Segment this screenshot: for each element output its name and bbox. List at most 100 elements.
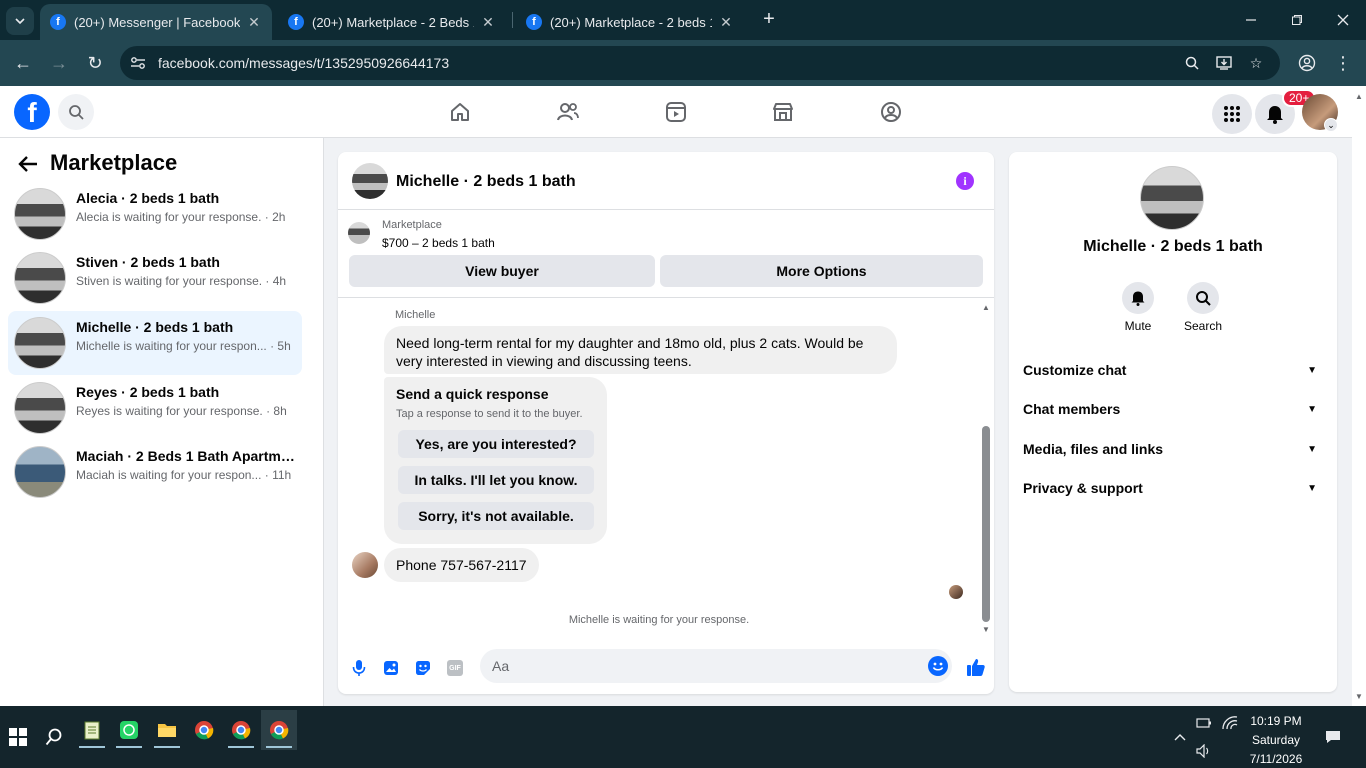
file-explorer-app-icon[interactable] — [155, 718, 179, 742]
facebook-search-button[interactable] — [58, 94, 94, 130]
restore-icon — [1292, 15, 1302, 25]
chat-info-avatar[interactable] — [1140, 166, 1204, 230]
scroll-up-icon[interactable]: ▲ — [980, 302, 992, 312]
chat-scrollbar[interactable] — [982, 426, 990, 622]
friends-icon[interactable] — [554, 98, 582, 126]
bookmark-star-icon[interactable]: ☆ — [1246, 53, 1266, 73]
gaming-icon[interactable] — [877, 98, 905, 126]
chat-panel: Michelle · 2 beds 1 bath i Marketplace $… — [338, 152, 994, 694]
address-bar[interactable]: facebook.com/messages/t/1352950926644173… — [120, 46, 1280, 80]
facebook-favicon-icon: f — [50, 14, 66, 30]
notification-center-icon[interactable] — [1324, 728, 1342, 746]
conversation-item[interactable]: Maciah · 2 Beds 1 Bath Apartme... Maciah… — [8, 440, 302, 504]
search-icon[interactable] — [42, 725, 66, 749]
install-app-icon[interactable] — [1214, 53, 1234, 73]
minimize-button[interactable] — [1234, 6, 1268, 34]
info-icon[interactable]: i — [956, 172, 974, 190]
reload-button[interactable]: ↻ — [83, 51, 107, 75]
page-scrollbar[interactable]: ▲ ▼ — [1352, 86, 1366, 706]
sender-name: Michelle — [395, 309, 436, 321]
quick-response-not-available[interactable]: Sorry, it's not available. — [398, 502, 594, 530]
scroll-down-icon[interactable]: ▼ — [1355, 692, 1363, 701]
mute-label: Mute — [1124, 319, 1152, 333]
chat-info-name: Michelle · 2 beds 1 bath — [1083, 238, 1263, 255]
seen-indicator-avatar — [949, 585, 963, 599]
home-icon[interactable] — [446, 98, 474, 126]
message-input[interactable] — [480, 649, 952, 683]
photo-icon[interactable] — [380, 657, 402, 679]
chevron-down-icon — [15, 18, 25, 25]
emoji-icon[interactable] — [928, 656, 948, 676]
windows-taskbar: 10:19 PM Saturday 7/11/2026 — [0, 706, 1366, 768]
tab-separator — [512, 12, 513, 28]
chevron-down-icon[interactable]: ⌄ — [1324, 118, 1338, 132]
video-icon[interactable] — [662, 98, 690, 126]
tab-marketplace-1[interactable]: f (20+) Marketplace - 2 Beds 1 Ba ✕ — [278, 4, 506, 40]
more-options-button[interactable]: More Options — [660, 255, 983, 287]
restore-button[interactable] — [1280, 6, 1314, 34]
conversation-item[interactable]: Alecia · 2 beds 1 bath Alecia is waiting… — [8, 182, 302, 246]
chat-avatar[interactable] — [352, 163, 388, 199]
divider — [338, 297, 994, 298]
chevron-up-icon[interactable] — [1171, 728, 1189, 746]
listing-avatar — [14, 446, 66, 498]
chrome-app-icon[interactable] — [192, 718, 216, 742]
taskbar-clock[interactable]: 10:19 PM Saturday 7/11/2026 — [1236, 712, 1316, 768]
taskbar-running-indicator — [154, 746, 180, 748]
scroll-up-icon[interactable]: ▲ — [1355, 92, 1363, 101]
battery-icon[interactable] — [1195, 714, 1213, 732]
gif-icon[interactable]: GIF — [444, 657, 466, 679]
taskbar-running-indicator — [116, 746, 142, 748]
new-tab-button[interactable]: + — [758, 8, 780, 30]
section-chat-members[interactable]: Chat members ▼ — [1023, 391, 1323, 427]
listing-price[interactable]: $700 – 2 beds 1 bath — [382, 236, 495, 250]
like-thumb-icon[interactable] — [964, 655, 988, 679]
section-privacy-support[interactable]: Privacy & support ▼ — [1023, 470, 1323, 506]
conversation-item-active[interactable]: Michelle · 2 beds 1 bath Michelle is wai… — [8, 311, 302, 375]
close-window-button[interactable] — [1326, 6, 1360, 34]
microphone-icon[interactable] — [348, 657, 370, 679]
zoom-icon[interactable] — [1182, 53, 1202, 73]
tab-search-button[interactable] — [6, 7, 34, 35]
scroll-down-icon[interactable]: ▼ — [980, 624, 992, 634]
url-text[interactable]: facebook.com/messages/t/1352950926644173 — [158, 55, 449, 71]
quick-response-in-talks[interactable]: In talks. I'll let you know. — [398, 466, 594, 494]
volume-icon[interactable] — [1195, 742, 1213, 760]
close-icon[interactable]: ✕ — [480, 14, 496, 30]
profile-icon[interactable] — [1295, 51, 1319, 75]
taskbar-active-app[interactable] — [261, 710, 297, 750]
conversation-item[interactable]: Reyes · 2 beds 1 bath Reyes is waiting f… — [8, 376, 302, 440]
section-media-files-links[interactable]: Media, files and links ▼ — [1023, 431, 1323, 467]
chrome-app-icon[interactable] — [229, 718, 253, 742]
sticker-icon[interactable] — [412, 657, 434, 679]
close-icon[interactable]: ✕ — [718, 14, 734, 30]
browser-tab-strip: f (20+) Messenger | Facebook ✕ f (20+) M… — [0, 0, 1366, 40]
view-buyer-button[interactable]: View buyer — [349, 255, 655, 287]
marketplace-conversation-list: Marketplace Alecia · 2 beds 1 bath Aleci… — [0, 138, 324, 706]
notepad-app-icon[interactable] — [80, 718, 104, 742]
chat-title[interactable]: Michelle · 2 beds 1 bath — [396, 173, 576, 191]
listing-avatar — [14, 252, 66, 304]
back-arrow-icon[interactable] — [16, 152, 40, 176]
close-icon[interactable]: ✕ — [246, 14, 262, 30]
search-label: Search — [1183, 319, 1223, 333]
quick-response-yes[interactable]: Yes, are you interested? — [398, 430, 594, 458]
listing-thumbnail — [348, 222, 370, 244]
mute-button[interactable] — [1122, 282, 1154, 314]
windows-start-icon[interactable] — [6, 725, 30, 749]
chevron-down-icon: ▼ — [1307, 443, 1317, 455]
whatsapp-app-icon[interactable] — [117, 718, 141, 742]
section-customize-chat[interactable]: Customize chat ▼ — [1023, 352, 1323, 388]
marketplace-icon[interactable] — [769, 98, 797, 126]
search-conversation-button[interactable] — [1187, 282, 1219, 314]
browser-menu-icon[interactable]: ⋮ — [1331, 51, 1355, 75]
conversation-item[interactable]: Stiven · 2 beds 1 bath Stiven is waiting… — [8, 246, 302, 310]
tab-marketplace-2[interactable]: f (20+) Marketplace - 2 beds 1 ba ✕ — [516, 4, 744, 40]
back-button[interactable]: ← — [11, 51, 35, 75]
tab-messenger[interactable]: f (20+) Messenger | Facebook ✕ — [40, 4, 272, 40]
site-settings-icon[interactable] — [128, 53, 148, 73]
forward-button[interactable]: → — [47, 51, 71, 75]
menu-button[interactable] — [1212, 94, 1252, 134]
taskbar-running-indicator — [228, 746, 254, 748]
facebook-logo-icon[interactable]: f — [14, 94, 50, 130]
